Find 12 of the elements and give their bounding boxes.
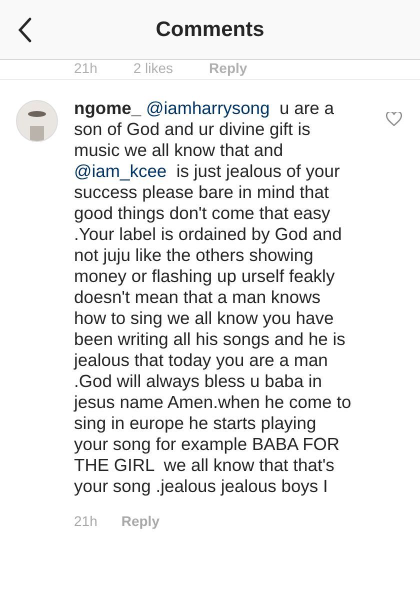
comment-time: 21h bbox=[74, 60, 98, 78]
comment-time: 21h bbox=[74, 512, 98, 531]
mention-link[interactable]: @iam_kcee bbox=[74, 161, 167, 181]
avatar[interactable] bbox=[16, 100, 58, 142]
heart-icon[interactable] bbox=[386, 112, 402, 126]
reply-link[interactable]: Reply bbox=[121, 511, 160, 532]
header-title: Comments bbox=[156, 16, 264, 43]
back-icon[interactable] bbox=[18, 17, 32, 43]
comment-text: ngome_ @iamharrysong u are a son of God and ur divine gift is music we all know that and @iam_kcee is just jealous of your success please bare in mind that good things don't come that easy .Your label is ordained by God and not juju like the others showing money or flashing up urself feakly doesn't mean that a man knows how to sing we all know you have been writing all his songs and he is jealous that today you are a man .God will always bless u baba in jesus name Amen.when he come to sing in europe he starts playing your song for example BABA FOR THE GIRL we all know that that's your song .jealous jealous boys I bbox=[74, 98, 352, 497]
reply-link[interactable]: Reply bbox=[209, 60, 248, 79]
mention-link[interactable]: @iamharrysong bbox=[146, 98, 270, 118]
like-count[interactable]: 2 likes bbox=[133, 60, 174, 79]
